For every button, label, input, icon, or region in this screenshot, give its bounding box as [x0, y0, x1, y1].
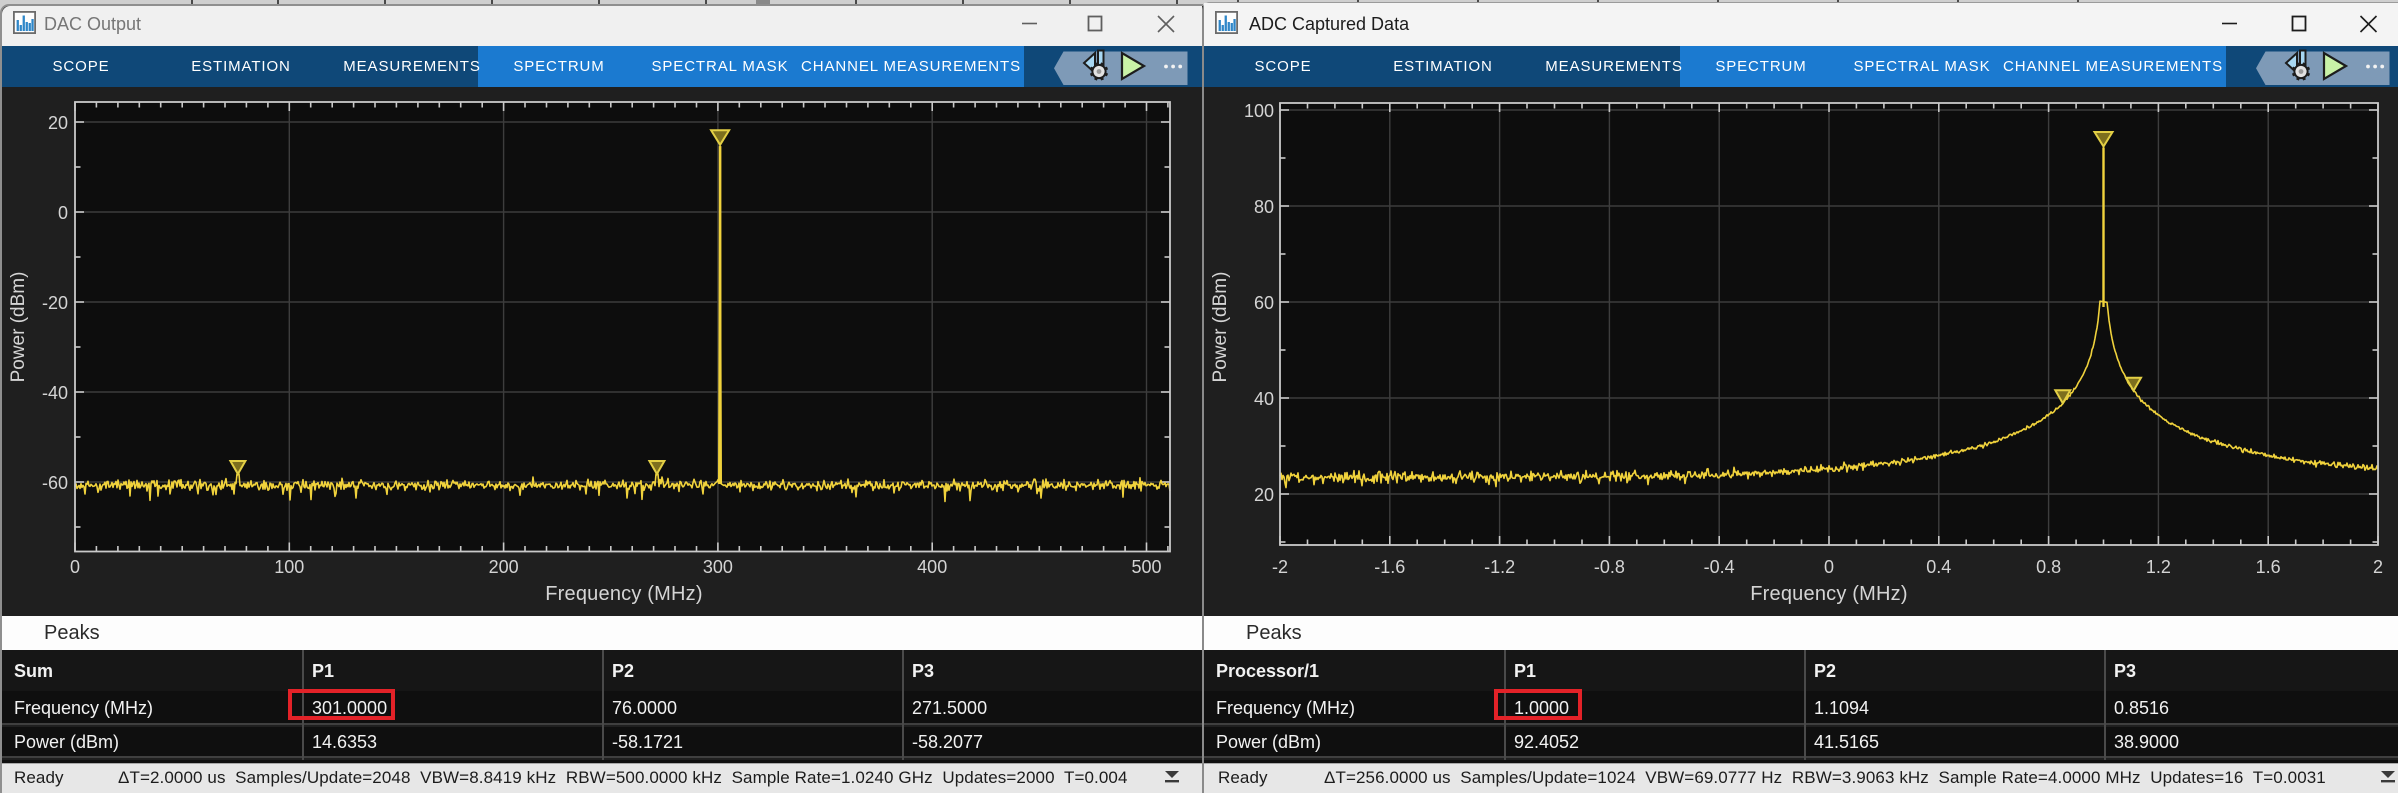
svg-text:20: 20 — [48, 113, 68, 133]
svg-text:-0.8: -0.8 — [1594, 557, 1625, 577]
svg-text:-1.2: -1.2 — [1484, 557, 1515, 577]
svg-text:100: 100 — [1244, 101, 1274, 121]
svg-text:Power (dBm): Power (dBm) — [8, 272, 29, 383]
svg-text:0.4: 0.4 — [1926, 557, 1951, 577]
svg-text:-20: -20 — [42, 293, 68, 313]
svg-text:0.8: 0.8 — [2036, 557, 2061, 577]
svg-text:400: 400 — [917, 557, 947, 577]
svg-text:1.6: 1.6 — [2256, 557, 2281, 577]
svg-text:0: 0 — [1824, 557, 1834, 577]
svg-text:Frequency (MHz): Frequency (MHz) — [1750, 583, 1907, 605]
svg-text:-0.4: -0.4 — [1704, 557, 1735, 577]
svg-text:60: 60 — [1254, 293, 1274, 313]
svg-text:80: 80 — [1254, 197, 1274, 217]
svg-text:-60: -60 — [42, 473, 68, 493]
svg-text:Frequency (MHz): Frequency (MHz) — [545, 583, 702, 605]
svg-text:-1.6: -1.6 — [1374, 557, 1405, 577]
svg-text:Power (dBm): Power (dBm) — [1210, 272, 1231, 383]
svg-text:200: 200 — [489, 557, 519, 577]
svg-text:20: 20 — [1254, 485, 1274, 505]
svg-text:-2: -2 — [1272, 557, 1288, 577]
svg-text:2: 2 — [2373, 557, 2383, 577]
svg-text:40: 40 — [1254, 389, 1274, 409]
svg-text:500: 500 — [1131, 557, 1161, 577]
svg-text:100: 100 — [274, 557, 304, 577]
svg-text:300: 300 — [703, 557, 733, 577]
svg-text:-40: -40 — [42, 383, 68, 403]
svg-text:1.2: 1.2 — [2146, 557, 2171, 577]
svg-text:0: 0 — [70, 557, 80, 577]
svg-text:0: 0 — [58, 203, 68, 223]
